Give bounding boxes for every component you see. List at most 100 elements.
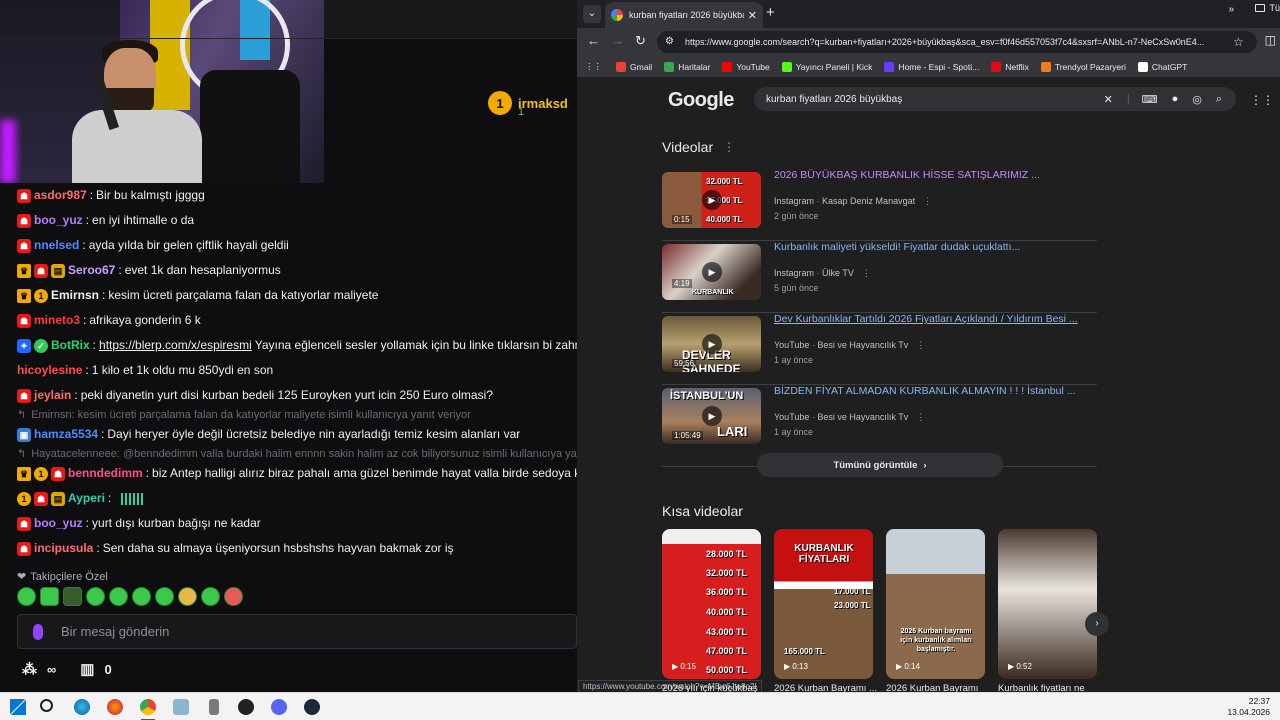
- chat-message-input[interactable]: Bir mesaj gönderin: [17, 614, 577, 649]
- emote-icon[interactable]: [155, 587, 174, 606]
- chat-username[interactable]: hamza5534: [34, 422, 98, 447]
- keyboard-icon[interactable]: ⌨: [1142, 93, 1158, 106]
- chat-username[interactable]: hicoylesine: [17, 358, 82, 383]
- chat-username[interactable]: incipusula: [34, 536, 93, 561]
- microphone-icon[interactable]: [33, 623, 43, 640]
- emote-icon[interactable]: [201, 587, 220, 606]
- search-icon[interactable]: [40, 699, 53, 712]
- reload-icon[interactable]: ↻: [635, 33, 646, 49]
- new-tab-icon[interactable]: +: [766, 4, 775, 21]
- back-icon[interactable]: ←: [587, 33, 600, 48]
- more-bookmarks-icon[interactable]: »: [1228, 4, 1234, 15]
- chat-username[interactable]: BotRix: [51, 333, 90, 358]
- chat-username[interactable]: asdor987: [34, 183, 87, 208]
- more-options-icon[interactable]: ⋮: [923, 196, 932, 206]
- users-icon[interactable]: ⁂: [22, 660, 37, 678]
- short-video-caption[interactable]: Kurbanlık fiyatları ne: [998, 683, 1108, 692]
- video-thumbnail[interactable]: DEVLER SAHNEDE ▶ 59:56: [662, 316, 761, 372]
- chat-link[interactable]: https://blerp.com/x/espiresmi: [99, 333, 252, 358]
- google-logo[interactable]: Google: [668, 89, 734, 112]
- video-thumbnail[interactable]: 32.000 TL 37.000 TL 40.000 TL ▶ 0:15: [662, 172, 761, 228]
- gift-badge-icon: ▤: [51, 491, 65, 506]
- emote-icon[interactable]: [86, 587, 105, 606]
- explorer-icon[interactable]: [173, 699, 189, 715]
- gift-box-icon[interactable]: ▥: [80, 660, 94, 678]
- search-input[interactable]: kurban fiyatları 2026 büyükbaş ✕ | ⌨ ● ◎…: [754, 87, 1236, 111]
- chat-username[interactable]: jeylain: [34, 383, 71, 408]
- steam-icon[interactable]: [304, 699, 320, 715]
- bookmark-item[interactable]: Yayıncı Paneli | Kick: [781, 61, 872, 72]
- edge-icon[interactable]: [74, 699, 90, 715]
- chat-message-text: kesim ücreti parçalama falan da katıyorl…: [108, 288, 379, 302]
- vip-badge-icon: ▣: [17, 427, 31, 442]
- usb-icon[interactable]: [209, 699, 219, 715]
- chat-username[interactable]: Seroo67: [68, 258, 115, 283]
- chat-username[interactable]: Ayperi: [68, 486, 105, 511]
- chat-username[interactable]: Emirnsn: [51, 283, 99, 308]
- chat-username[interactable]: benndedimm: [68, 461, 143, 486]
- lens-icon[interactable]: ◎: [1192, 93, 1202, 106]
- chrome-icon[interactable]: [140, 699, 156, 715]
- more-options-icon[interactable]: ⋮: [723, 140, 735, 154]
- emote-icon[interactable]: [224, 587, 243, 606]
- bookmark-item[interactable]: Gmail: [616, 61, 652, 72]
- emote-icon[interactable]: [109, 587, 128, 606]
- more-options-icon[interactable]: ⋮: [916, 412, 925, 422]
- voice-search-icon[interactable]: ●: [1172, 93, 1179, 105]
- forward-icon[interactable]: →: [611, 33, 624, 48]
- search-icon[interactable]: ⌕: [1216, 93, 1222, 106]
- emote-icon[interactable]: [178, 587, 197, 606]
- short-video-card[interactable]: ▶ 0:52: [998, 529, 1097, 679]
- chevron-right-icon[interactable]: ›: [1085, 612, 1109, 636]
- google-apps-icon[interactable]: ⋮⋮: [1250, 93, 1274, 107]
- emote-icon[interactable]: [63, 587, 82, 606]
- bookmark-item[interactable]: ChatGPT: [1137, 61, 1187, 72]
- system-clock[interactable]: 22:37 13.04.2026: [1227, 696, 1270, 718]
- short-video-caption[interactable]: 2026 Kurban Bayramı: [886, 683, 996, 692]
- side-panel-icon[interactable]: ◫: [1265, 33, 1276, 47]
- video-title[interactable]: Dev Kurbanlıklar Tartıldı 2026 Fiyatları…: [774, 313, 1078, 325]
- apps-grid-icon[interactable]: ⋮⋮: [585, 61, 602, 72]
- more-options-icon[interactable]: ⋮: [862, 268, 871, 278]
- bookmark-item[interactable]: YouTube: [722, 61, 770, 72]
- site-info-icon[interactable]: ⚙: [665, 36, 677, 48]
- video-result[interactable]: 32.000 TL 37.000 TL 40.000 TL ▶ 0:15 202…: [662, 169, 1097, 241]
- view-all-videos-button[interactable]: Tümünü görüntüle ›: [757, 453, 1003, 477]
- chat-username[interactable]: mineto3: [34, 308, 80, 333]
- short-video-caption[interactable]: 2026 Kurban Bayramı ...: [774, 683, 884, 692]
- more-options-icon[interactable]: ⋮: [916, 340, 925, 350]
- gift-leaderboard-item[interactable]: 1 irmaksd 1: [488, 91, 568, 118]
- tab-google-search[interactable]: kurban fiyatları 2026 büyükbaş ✕: [605, 2, 763, 28]
- emote-icon[interactable]: [132, 587, 151, 606]
- bookmark-star-icon[interactable]: ☆: [1233, 35, 1244, 49]
- close-tab-icon[interactable]: ✕: [748, 9, 757, 22]
- video-thumbnail[interactable]: İSTANBUL'UN LARI ▶ 1:05:49: [662, 388, 761, 444]
- video-result[interactable]: DEVLER SAHNEDE ▶ 59:56 Dev Kurbanlıklar …: [662, 313, 1097, 385]
- video-thumbnail[interactable]: KURBANLIK ▶ 4:19: [662, 244, 761, 300]
- emote-icon[interactable]: [17, 587, 36, 606]
- video-title[interactable]: BİZDEN FİYAT ALMADAN KURBANLIK ALMAYIN !…: [774, 385, 1075, 397]
- chat-username[interactable]: boo_yuz: [34, 511, 83, 536]
- bookmark-item[interactable]: Trendyol Pazaryeri: [1040, 61, 1126, 72]
- emote-icon[interactable]: [40, 587, 59, 606]
- video-title[interactable]: Kurbanlık maliyeti yükseldi! Fiyatlar du…: [774, 241, 1020, 253]
- video-result[interactable]: İSTANBUL'UN LARI ▶ 1:05:49 BİZDEN FİYAT …: [662, 385, 1097, 457]
- clear-icon[interactable]: ✕: [1104, 93, 1113, 106]
- brave-icon[interactable]: [107, 699, 123, 715]
- address-bar[interactable]: ⚙ https://www.google.com/search?q=kurban…: [657, 31, 1257, 53]
- short-video-card[interactable]: KURBANLIK FİYATLARI 17.000 TL 23.000 TL …: [774, 529, 873, 679]
- short-video-card[interactable]: 2026 Kurban bayramı için kurbanlık alıml…: [886, 529, 985, 679]
- bookmark-item[interactable]: Home - Espi - Spoti...: [884, 61, 979, 72]
- video-result[interactable]: KURBANLIK ▶ 4:19 Kurbanlık maliyeti yüks…: [662, 241, 1097, 313]
- obs-icon[interactable]: [238, 699, 254, 715]
- all-bookmarks-folder[interactable]: Tü: [1255, 3, 1280, 13]
- chat-username[interactable]: nnelsed: [34, 233, 79, 258]
- tab-search-icon[interactable]: ⌄: [583, 5, 601, 23]
- chat-username[interactable]: boo_yuz: [34, 208, 83, 233]
- start-icon[interactable]: [10, 699, 26, 715]
- bookmark-item[interactable]: Haritalar: [664, 61, 710, 72]
- video-title[interactable]: 2026 BÜYÜKBAŞ KURBANLIK HİSSE SATIŞLARIM…: [774, 169, 1040, 181]
- bookmark-item[interactable]: Netflix: [991, 61, 1029, 72]
- short-video-card[interactable]: 28.000 TL 32.000 TL 36.000 TL 40.000 TL …: [662, 529, 761, 679]
- discord-icon[interactable]: [271, 699, 287, 715]
